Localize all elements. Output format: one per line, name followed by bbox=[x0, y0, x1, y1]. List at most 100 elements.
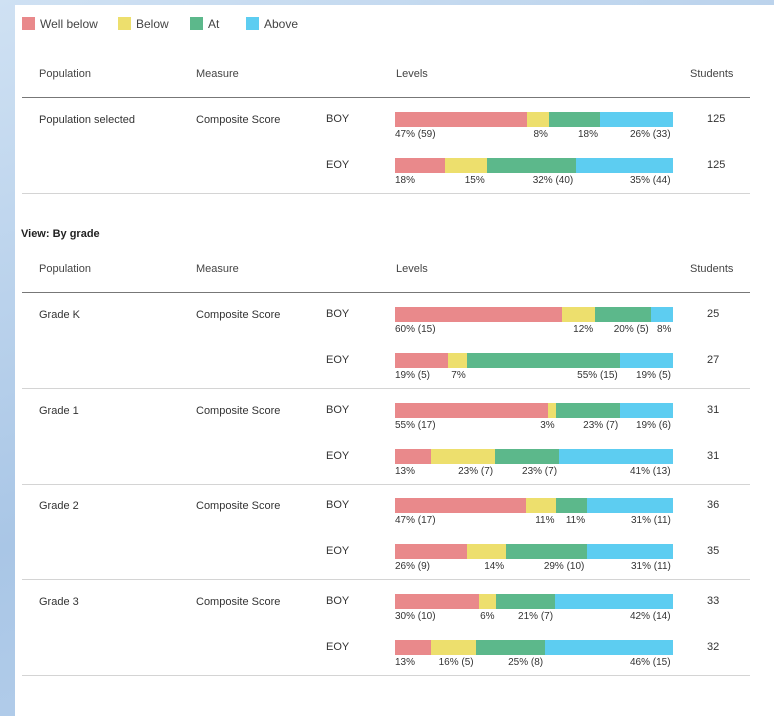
bar-segment-label: 47% (17) bbox=[395, 515, 436, 526]
bar-segment-bl[interactable] bbox=[547, 403, 557, 418]
level-bar[interactable] bbox=[395, 498, 673, 513]
legend-swatch-at bbox=[190, 17, 203, 30]
bar-segment-ab[interactable] bbox=[555, 594, 673, 609]
bar-labels: 47% (17) 11% 11% 31% (11) bbox=[395, 515, 673, 527]
bar-segment-wb[interactable] bbox=[395, 640, 432, 655]
bar-segment-bl[interactable] bbox=[467, 544, 507, 559]
bar-segment-at[interactable] bbox=[486, 158, 576, 173]
bar-segment-label: 23% (7) bbox=[458, 466, 494, 477]
bar-segment-at[interactable] bbox=[556, 403, 621, 418]
population-name: Grade 3 bbox=[39, 596, 79, 608]
bar-segment-label: 13% bbox=[395, 657, 416, 668]
bar-segment-bl[interactable] bbox=[431, 640, 476, 655]
row-divider bbox=[22, 388, 750, 389]
measure-name: Composite Score bbox=[196, 596, 281, 608]
period-label: EOY bbox=[326, 545, 350, 557]
population-name: Population selected bbox=[39, 114, 136, 126]
bar-segment-label: 60% (15) bbox=[395, 324, 436, 335]
grade-header-measure: Measure bbox=[196, 263, 239, 275]
students-count: 35 bbox=[707, 545, 720, 557]
measure-name: Composite Score bbox=[196, 114, 281, 126]
bar-segment-ab[interactable] bbox=[586, 544, 673, 559]
level-bar[interactable] bbox=[395, 640, 673, 655]
bar-labels: 19% (5) 7% 55% (15) 19% (5) bbox=[395, 370, 673, 382]
period-label: BOY bbox=[326, 499, 350, 511]
bar-segment-label: 31% (11) bbox=[631, 561, 671, 572]
students-count: 36 bbox=[707, 499, 720, 511]
level-bar[interactable] bbox=[395, 112, 673, 127]
level-bar[interactable] bbox=[395, 307, 673, 322]
students-count: 31 bbox=[707, 450, 720, 462]
level-bar[interactable] bbox=[395, 544, 673, 559]
legend-swatch-wb bbox=[22, 17, 35, 30]
bar-segment-at[interactable] bbox=[496, 594, 556, 609]
grade-header-students: Students bbox=[690, 263, 734, 275]
bar-segment-label: 26% (9) bbox=[395, 561, 431, 572]
bar-segment-ab[interactable] bbox=[559, 449, 673, 464]
report-panel: Well below Below At Above Population Measur… bbox=[15, 5, 774, 716]
bar-segment-ab[interactable] bbox=[650, 307, 673, 322]
legend-label: Below bbox=[136, 17, 169, 31]
bar-segment-label: 55% (17) bbox=[395, 420, 436, 431]
header-levels: Levels bbox=[396, 68, 428, 80]
bar-segment-bl[interactable] bbox=[431, 449, 496, 464]
row-divider bbox=[22, 484, 750, 485]
level-bar[interactable] bbox=[395, 594, 673, 609]
level-bar[interactable] bbox=[395, 353, 673, 368]
header-students: Students bbox=[690, 68, 734, 80]
bar-segment-at[interactable] bbox=[549, 112, 600, 127]
level-bar[interactable] bbox=[395, 403, 673, 418]
bar-segment-at[interactable] bbox=[556, 498, 587, 513]
bar-segment-wb[interactable] bbox=[395, 594, 480, 609]
bar-segment-label: 21% (7) bbox=[518, 611, 554, 622]
bar-segment-wb[interactable] bbox=[395, 353, 448, 368]
bar-segment-at[interactable] bbox=[506, 544, 587, 559]
bar-segment-wb[interactable] bbox=[395, 307, 562, 322]
period-label: EOY bbox=[326, 641, 350, 653]
bar-segment-ab[interactable] bbox=[545, 640, 673, 655]
students-count: 125 bbox=[707, 159, 726, 171]
bar-segment-bl[interactable] bbox=[526, 112, 550, 127]
bar-segment-bl[interactable] bbox=[479, 594, 497, 609]
bar-segment-wb[interactable] bbox=[395, 498, 526, 513]
level-bar[interactable] bbox=[395, 449, 673, 464]
level-bar[interactable] bbox=[395, 158, 673, 173]
bar-segment-at[interactable] bbox=[467, 353, 621, 368]
bar-segment-wb[interactable] bbox=[395, 403, 548, 418]
bar-segment-wb[interactable] bbox=[395, 112, 527, 127]
bar-segment-label: 23% (7) bbox=[522, 466, 558, 477]
bar-segment-ab[interactable] bbox=[575, 158, 673, 173]
grade-header-population: Population bbox=[39, 263, 91, 275]
grade-header-divider bbox=[22, 292, 750, 293]
bar-segment-label: 7% bbox=[451, 370, 466, 381]
bar-segment-at[interactable] bbox=[495, 449, 559, 464]
bar-segment-label: 11% bbox=[565, 515, 586, 526]
bar-segment-label: 26% (33) bbox=[630, 129, 671, 140]
population-name: Grade 2 bbox=[39, 500, 79, 512]
row-divider bbox=[22, 675, 750, 676]
measure-name: Composite Score bbox=[196, 309, 281, 321]
bar-segment-wb[interactable] bbox=[395, 544, 468, 559]
bar-segment-at[interactable] bbox=[475, 640, 546, 655]
bar-segment-bl[interactable] bbox=[447, 353, 468, 368]
bar-segment-wb[interactable] bbox=[395, 449, 432, 464]
bar-segment-ab[interactable] bbox=[620, 353, 673, 368]
bar-segment-ab[interactable] bbox=[586, 498, 673, 513]
students-count: 25 bbox=[707, 308, 720, 320]
header-divider bbox=[22, 97, 750, 98]
bar-segment-bl[interactable] bbox=[561, 307, 596, 322]
bar-segment-bl[interactable] bbox=[445, 158, 487, 173]
bar-segment-wb[interactable] bbox=[395, 158, 446, 173]
bar-segment-at[interactable] bbox=[595, 307, 651, 322]
bar-segment-ab[interactable] bbox=[620, 403, 673, 418]
bar-segment-bl[interactable] bbox=[525, 498, 557, 513]
bar-segment-ab[interactable] bbox=[599, 112, 673, 127]
view-by-grade-title: View: By grade bbox=[21, 228, 100, 240]
bar-segment-label: 25% (8) bbox=[508, 657, 544, 668]
bar-labels: 55% (17) 3% 23% (7) 19% (6) bbox=[395, 420, 673, 432]
legend-label: Well below bbox=[40, 17, 98, 31]
period-label: EOY bbox=[326, 354, 350, 366]
row-divider bbox=[22, 579, 750, 580]
bar-segment-label: 32% (40) bbox=[532, 175, 574, 186]
population-name: Grade K bbox=[39, 309, 80, 321]
